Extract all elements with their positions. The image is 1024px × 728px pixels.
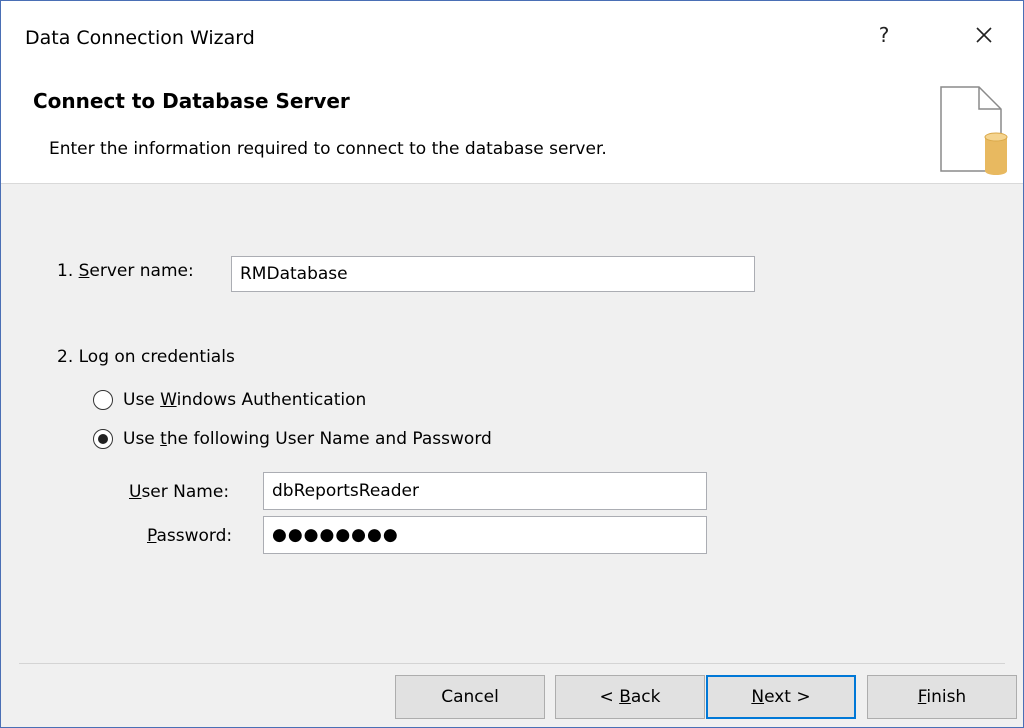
userpass-auth-label-post: he following User Name and Password: [166, 429, 492, 449]
server-label-accel: S: [78, 261, 90, 281]
back-button-accel: B: [619, 687, 631, 707]
password-input[interactable]: [263, 516, 707, 554]
password-label-accel: P: [147, 526, 157, 546]
windows-auth-label: Use Windows Authentication: [123, 390, 366, 410]
finish-button[interactable]: Finish: [867, 675, 1017, 719]
database-document-icon: [940, 86, 1008, 175]
windows-auth-label-pre: Use: [123, 390, 161, 410]
server-name-input[interactable]: [231, 256, 755, 292]
userpass-auth-label-accel: t: [160, 429, 167, 449]
server-label-rest: erver name:: [89, 261, 194, 281]
cancel-button[interactable]: Cancel: [395, 675, 545, 719]
password-label: Password:: [147, 526, 232, 546]
back-button[interactable]: < Back: [555, 675, 705, 719]
windows-auth-label-accel: W: [160, 390, 177, 410]
credentials-heading: 2. Log on credentials: [57, 347, 235, 367]
back-button-pre: <: [599, 687, 620, 707]
back-button-post: ack: [630, 687, 661, 707]
password-label-rest: assword:: [156, 526, 233, 546]
username-input[interactable]: [263, 472, 707, 510]
windows-auth-radio-circle[interactable]: [93, 390, 113, 410]
server-label-prefix: 1.: [57, 261, 79, 281]
finish-button-post: inish: [926, 687, 967, 707]
footer-separator: [19, 663, 1005, 664]
close-button[interactable]: [951, 15, 1015, 55]
title-bar: Data Connection Wizard ?: [1, 1, 1023, 67]
radio-selected-dot: [98, 434, 108, 444]
close-icon: [976, 27, 992, 43]
username-label-accel: U: [129, 482, 142, 502]
userpass-auth-label: Use the following User Name and Password: [123, 429, 492, 449]
next-button[interactable]: Next >: [706, 675, 856, 719]
page-title: Connect to Database Server: [33, 89, 350, 113]
window-title: Data Connection Wizard: [25, 27, 255, 49]
username-label-rest: ser Name:: [141, 482, 230, 502]
wizard-header: Connect to Database Server Enter the inf…: [1, 67, 1023, 184]
windows-auth-radio[interactable]: Use Windows Authentication: [93, 386, 366, 414]
page-subtitle: Enter the information required to connec…: [49, 139, 607, 159]
userpass-auth-radio-circle[interactable]: [93, 429, 113, 449]
username-label: User Name:: [129, 482, 229, 502]
server-name-label: 1. Server name:: [57, 261, 194, 281]
userpass-auth-radio[interactable]: Use the following User Name and Password: [93, 425, 492, 453]
windows-auth-label-post: indows Authentication: [176, 390, 367, 410]
help-button[interactable]: ?: [861, 15, 907, 55]
next-button-accel: N: [751, 687, 765, 707]
next-button-post: ext >: [764, 687, 811, 707]
data-connection-wizard-dialog: Data Connection Wizard ? Connect to Data…: [0, 0, 1024, 728]
userpass-auth-label-pre: Use: [123, 429, 161, 449]
